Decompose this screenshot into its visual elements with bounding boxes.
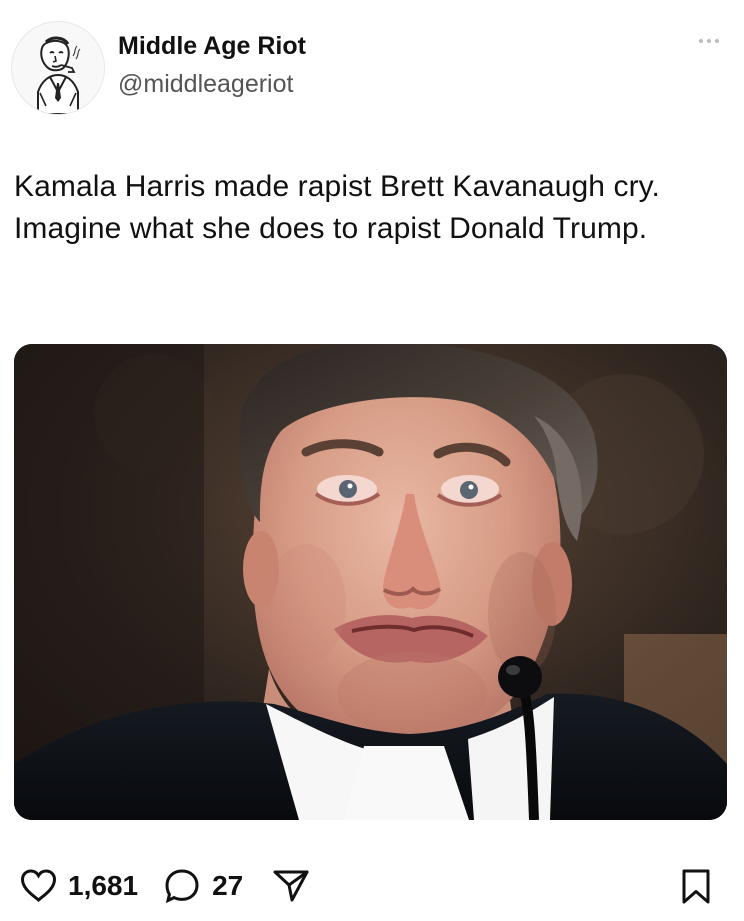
post-image[interactable] <box>14 344 727 820</box>
action-bar: 1,681 27 <box>16 858 313 914</box>
like-count[interactable]: 1,681 <box>68 870 138 902</box>
more-dot <box>707 39 711 43</box>
post-text: Kamala Harris made rapist Brett Kavanaug… <box>14 170 660 245</box>
heart-icon[interactable] <box>16 864 60 908</box>
user-handle[interactable]: @middleageriot <box>118 70 293 99</box>
avatar[interactable] <box>11 21 105 115</box>
more-dot <box>699 39 703 43</box>
send-icon[interactable] <box>269 864 313 908</box>
comment-bubble-icon[interactable] <box>160 864 204 908</box>
display-name[interactable]: Middle Age Riot <box>118 32 306 61</box>
reply-count[interactable]: 27 <box>212 870 243 902</box>
post-card: Middle Age Riot @middleageriot Kamala Ha… <box>0 0 744 921</box>
more-dot <box>715 39 719 43</box>
bookmark-icon[interactable] <box>674 865 718 909</box>
more-options-icon[interactable] <box>688 30 730 52</box>
